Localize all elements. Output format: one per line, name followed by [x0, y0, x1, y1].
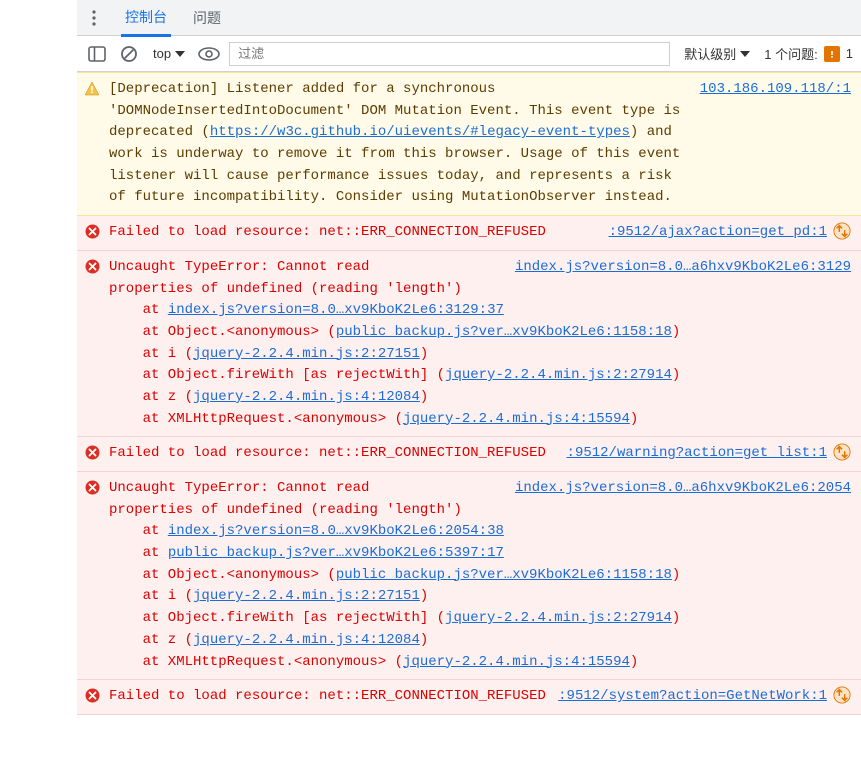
- error-icon: [83, 222, 101, 239]
- issue-count: 1: [846, 46, 853, 61]
- stack-link[interactable]: jquery-2.2.4.min.js:4:15594: [403, 654, 630, 670]
- tab-issues[interactable]: 问题: [189, 0, 225, 35]
- stack-link[interactable]: jquery-2.2.4.min.js:4:15594: [403, 411, 630, 427]
- stack-link[interactable]: jquery-2.2.4.min.js:2:27151: [193, 588, 420, 604]
- log-message: Failed to load resource: net::ERR_CONNEC…: [109, 222, 851, 244]
- log-message: Failed to load resource: net::ERR_CONNEC…: [109, 686, 851, 708]
- context-label: top: [153, 46, 171, 61]
- level-select[interactable]: 默认级别: [678, 42, 756, 65]
- warning-icon: [83, 79, 101, 97]
- stack-link[interactable]: public_backup.js?ver…xv9KboK2Le6:1158:18: [336, 567, 672, 583]
- error-icon: [83, 443, 101, 460]
- stack-link[interactable]: jquery-2.2.4.min.js:4:12084: [193, 389, 420, 405]
- filter-input[interactable]: [229, 42, 670, 66]
- chevron-down-icon: [740, 51, 750, 57]
- console-toolbar: top 默认级别 1 个问题: 1: [77, 36, 861, 72]
- network-icon[interactable]: [833, 443, 851, 461]
- source-link[interactable]: :9512/warning?action=get_list:1: [567, 443, 827, 465]
- log-row: Failed to load resource: net::ERR_CONNEC…: [77, 216, 861, 251]
- live-expression-icon[interactable]: [197, 42, 221, 66]
- source-link[interactable]: index.js?version=8.0…a6hxv9KboK2Le6:2054: [515, 478, 851, 500]
- stack-link[interactable]: jquery-2.2.4.min.js:2:27151: [193, 346, 420, 362]
- stack-link[interactable]: jquery-2.2.4.min.js:2:27914: [445, 610, 672, 626]
- network-icon[interactable]: [833, 686, 851, 704]
- log-row: Uncaught TypeError: Cannot readindex.js?…: [77, 472, 861, 680]
- more-icon[interactable]: [85, 9, 103, 27]
- level-label: 默认级别: [684, 44, 736, 63]
- stack-link[interactable]: jquery-2.2.4.min.js:2:27914: [445, 367, 672, 383]
- stack-link[interactable]: index.js?version=8.0…xv9KboK2Le6:2054:38: [168, 523, 504, 539]
- source-link[interactable]: :9512/ajax?action=get_pd:1: [609, 222, 827, 244]
- tab-bar: 控制台 问题: [77, 0, 861, 36]
- log-message: [Deprecation] Listener added for a synch…: [109, 79, 851, 209]
- issue-badge: [824, 46, 840, 62]
- log-list: [Deprecation] Listener added for a synch…: [77, 72, 861, 715]
- error-icon: [83, 257, 101, 274]
- log-row: Failed to load resource: net::ERR_CONNEC…: [77, 680, 861, 715]
- error-icon: [83, 478, 101, 495]
- clear-console-icon[interactable]: [117, 42, 141, 66]
- stack-link[interactable]: jquery-2.2.4.min.js:4:12084: [193, 632, 420, 648]
- issues-label: 1 个问题:: [764, 44, 817, 63]
- stack-link[interactable]: public_backup.js?ver…xv9KboK2Le6:1158:18: [336, 324, 672, 340]
- link[interactable]: https://w3c.github.io/uievents/#legacy-e…: [210, 124, 630, 140]
- source-link[interactable]: :9512/system?action=GetNetWork:1: [558, 686, 827, 708]
- source-link[interactable]: 103.186.109.118/:1: [700, 79, 851, 101]
- source-link[interactable]: index.js?version=8.0…a6hxv9KboK2Le6:3129: [515, 257, 851, 279]
- sidebar-toggle-icon[interactable]: [85, 42, 109, 66]
- error-icon: [83, 686, 101, 703]
- issues-indicator[interactable]: 1 个问题: 1: [764, 44, 853, 63]
- log-message: Uncaught TypeError: Cannot readindex.js?…: [109, 478, 851, 673]
- log-message: Failed to load resource: net::ERR_CONNEC…: [109, 443, 851, 465]
- log-row: Uncaught TypeError: Cannot readindex.js?…: [77, 251, 861, 438]
- log-row: Failed to load resource: net::ERR_CONNEC…: [77, 437, 861, 472]
- tab-console[interactable]: 控制台: [121, 0, 171, 37]
- context-select[interactable]: top: [149, 44, 189, 63]
- chevron-down-icon: [175, 51, 185, 57]
- network-icon[interactable]: [833, 222, 851, 240]
- log-message: Uncaught TypeError: Cannot readindex.js?…: [109, 257, 851, 431]
- stack-link[interactable]: index.js?version=8.0…xv9KboK2Le6:3129:37: [168, 302, 504, 318]
- stack-link[interactable]: public_backup.js?ver…xv9KboK2Le6:5397:17: [168, 545, 504, 561]
- log-row: [Deprecation] Listener added for a synch…: [77, 72, 861, 216]
- devtools-console-panel: 控制台 问题 top 默认级别 1 个问题: 1 [Depreca: [77, 0, 861, 715]
